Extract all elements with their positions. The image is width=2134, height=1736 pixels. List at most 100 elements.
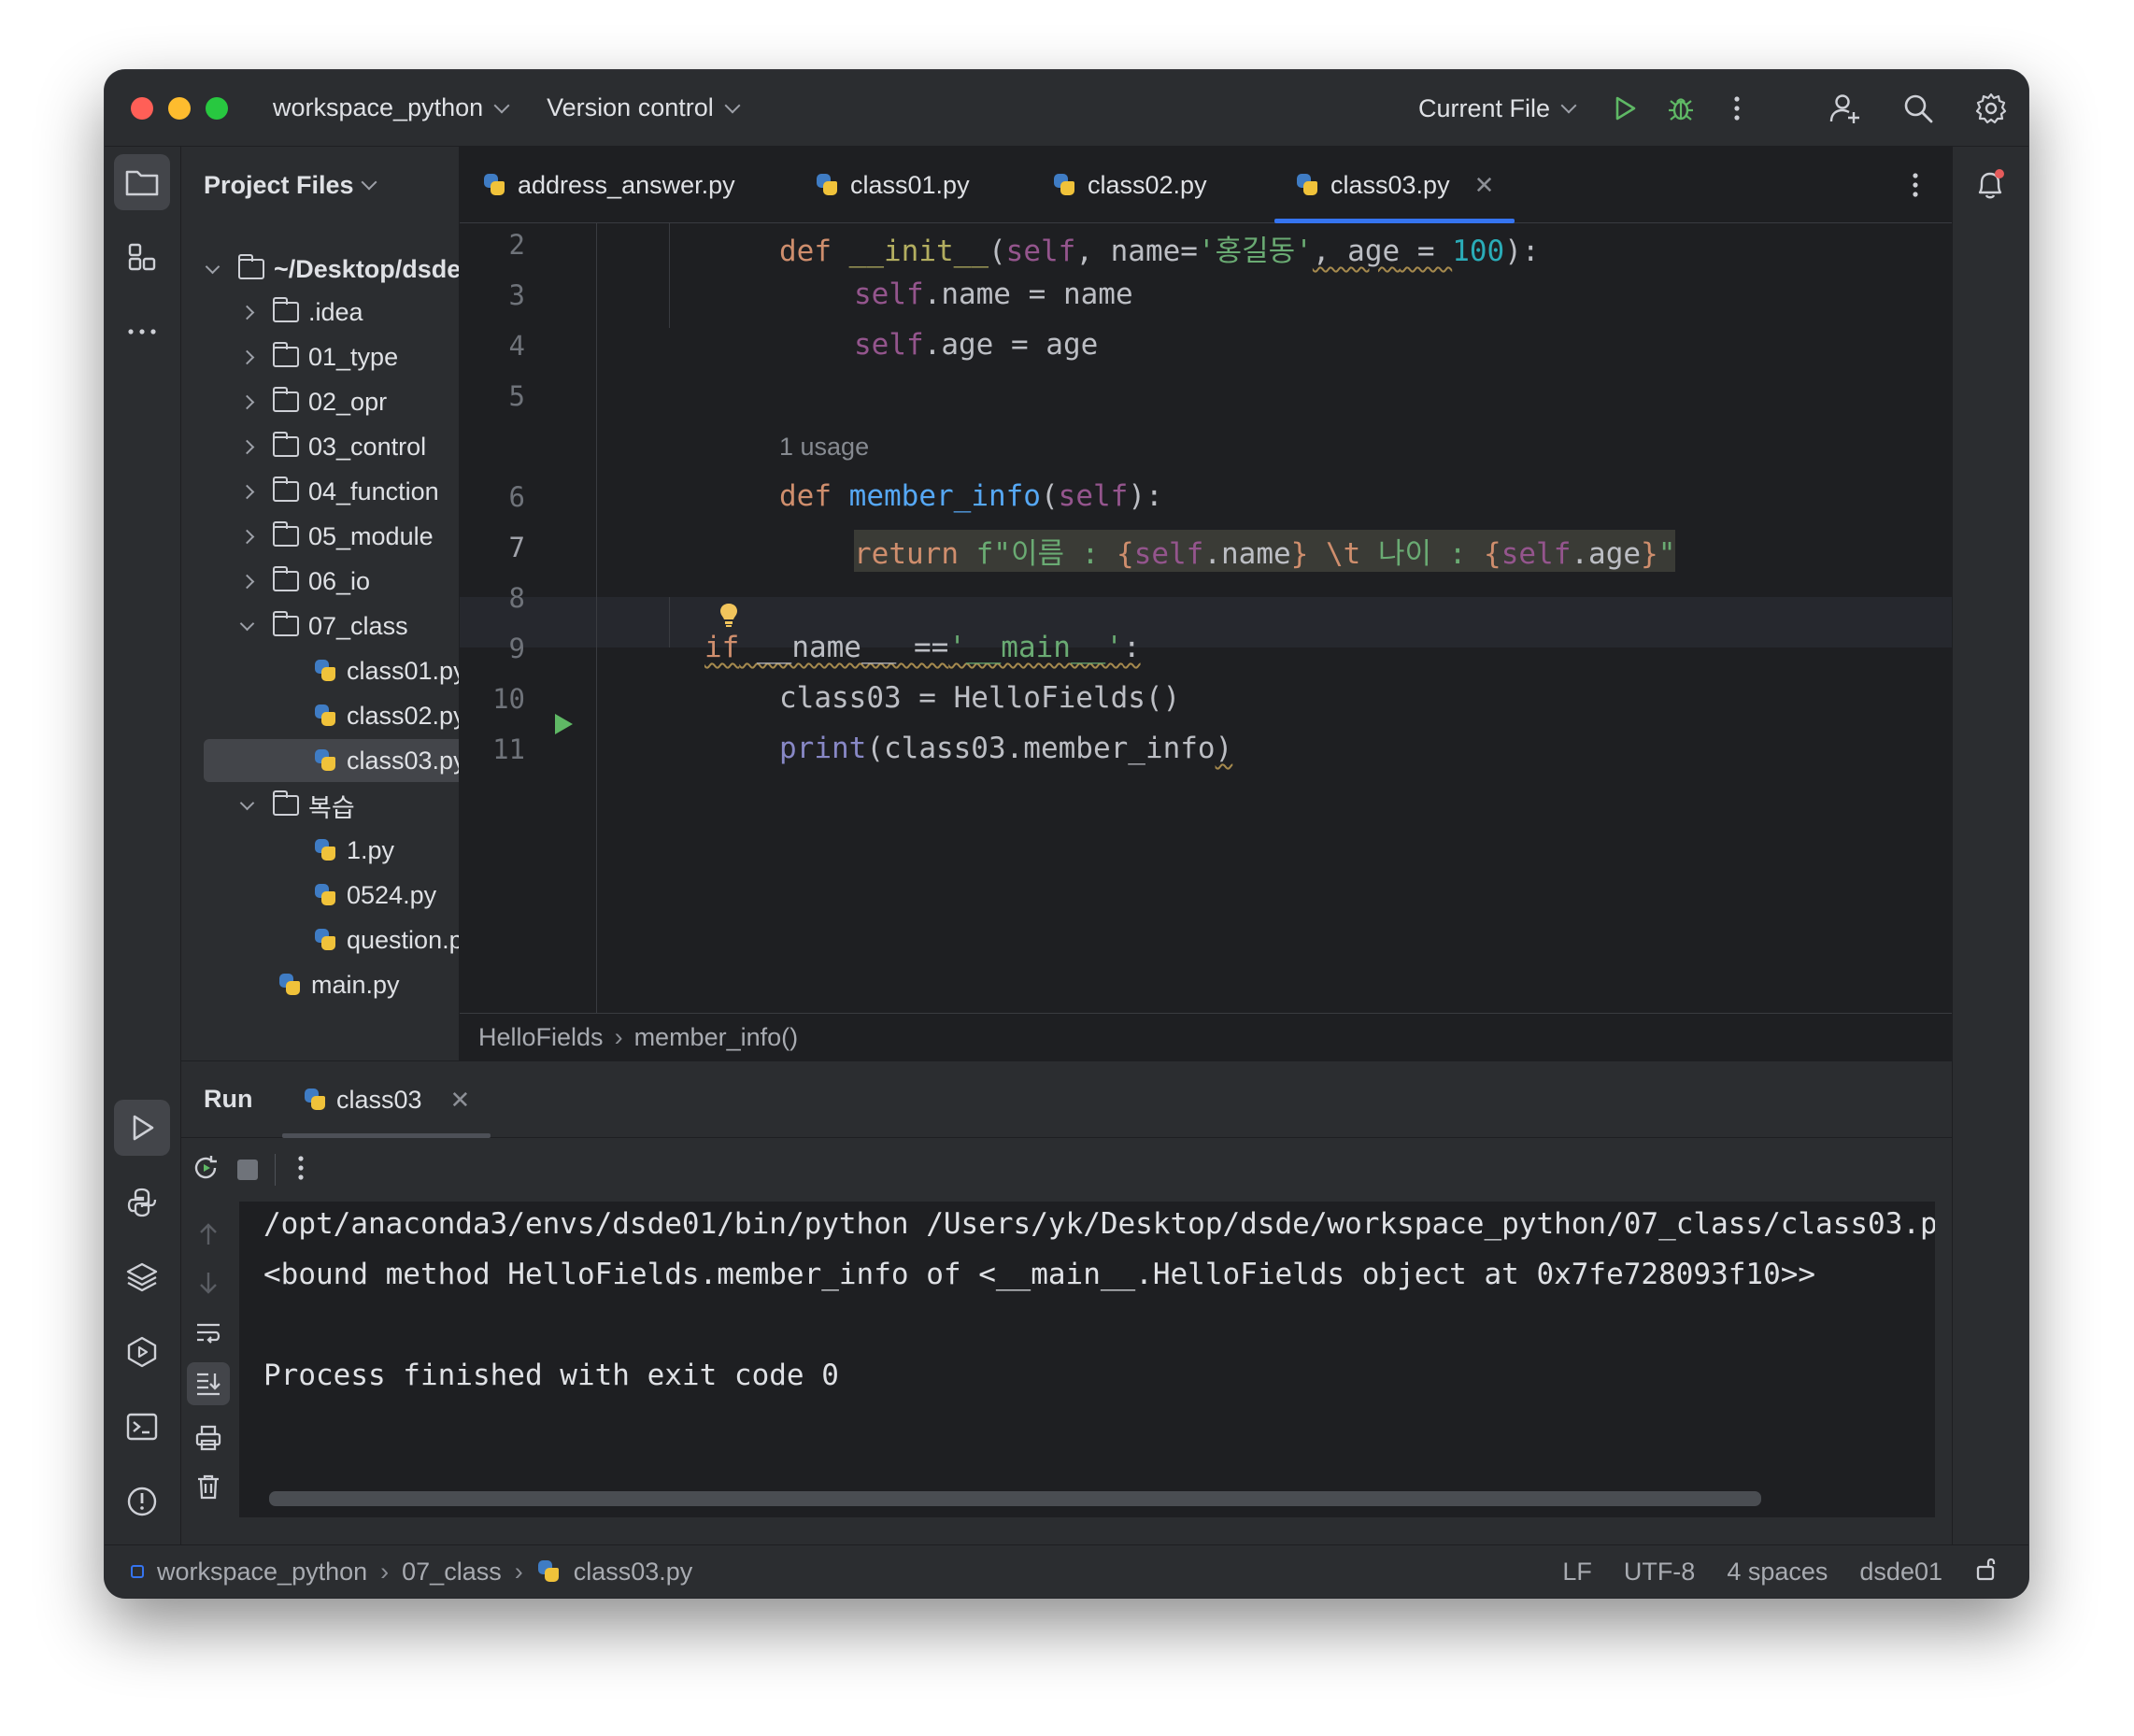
folder-icon	[272, 566, 299, 591]
encoding-widget[interactable]: UTF-8	[1624, 1558, 1696, 1587]
chevron-down-icon	[1560, 97, 1577, 114]
project-panel-header[interactable]: Project Files	[181, 147, 459, 223]
status-path-project[interactable]: workspace_python	[157, 1558, 367, 1587]
python-console-button[interactable]	[114, 1174, 170, 1231]
settings-button[interactable]	[1963, 80, 2019, 136]
collapse-arrow-icon	[239, 574, 255, 589]
code-line-11: print(class03.member_info)	[779, 732, 1233, 765]
tree-item-label: question.py	[347, 925, 459, 954]
tab-class01[interactable]: class01.py	[815, 147, 970, 223]
tree-item-1py[interactable]: 1.py	[313, 829, 394, 872]
run-gutter-icon[interactable]	[551, 711, 576, 737]
notifications-button[interactable]	[1962, 156, 2018, 212]
collapse-arrow-icon	[239, 349, 255, 364]
line-separator-widget[interactable]: LF	[1562, 1558, 1592, 1587]
line-number: 10	[492, 683, 525, 715]
status-path-file[interactable]: class03.py	[574, 1558, 693, 1587]
add-user-button[interactable]	[1817, 80, 1873, 136]
close-tab-icon[interactable]: ✕	[1474, 171, 1495, 200]
status-path-folder[interactable]: 07_class	[402, 1558, 502, 1587]
interpreter-widget[interactable]: dsde01	[1859, 1558, 1942, 1587]
tree-item-05-module[interactable]: 05_module	[239, 515, 434, 558]
tree-item-class03[interactable]: class03.py	[204, 739, 460, 782]
tree-item-label: 03_control	[308, 432, 427, 461]
run-config-selector[interactable]: Current File	[1417, 93, 1577, 123]
more-actions-button[interactable]	[1709, 80, 1765, 136]
tree-root[interactable]: ~/Desktop/dsde	[205, 248, 459, 291]
print-icon[interactable]	[194, 1424, 222, 1452]
line-number: 5	[508, 380, 525, 412]
tab-label: address_answer.py	[518, 170, 735, 199]
close-run-tab-icon[interactable]: ✕	[450, 1086, 471, 1115]
tree-item-03-control[interactable]: 03_control	[239, 425, 427, 468]
tab-options-button[interactable]	[1911, 171, 1920, 204]
tree-item-07-class[interactable]: 07_class	[239, 605, 408, 647]
tree-item-02-opr[interactable]: 02_opr	[239, 380, 387, 423]
run-tool-button[interactable]	[114, 1100, 170, 1156]
trash-icon[interactable]	[194, 1473, 222, 1501]
indent-widget[interactable]: 4 spaces	[1727, 1558, 1828, 1587]
tree-item-0524[interactable]: 0524.py	[313, 874, 436, 917]
debug-button[interactable]	[1653, 80, 1709, 136]
tab-address-answer[interactable]: address_answer.py	[482, 147, 735, 223]
more-tools-button[interactable]	[114, 304, 170, 360]
tree-item-label: class03.py	[347, 746, 460, 775]
tree-item-review[interactable]: 복습	[239, 784, 355, 827]
search-icon	[1904, 94, 1933, 123]
intention-bulb-icon[interactable]	[718, 601, 740, 631]
chevron-right-icon: ›	[380, 1557, 390, 1586]
arrow-up-icon[interactable]	[196, 1220, 221, 1248]
tab-class03[interactable]: class03.py ✕	[1274, 147, 1515, 223]
tree-item-06-io[interactable]: 06_io	[239, 560, 370, 603]
tree-item-01-type[interactable]: 01_type	[239, 335, 398, 378]
breadcrumb-class[interactable]: HelloFields	[478, 1023, 604, 1052]
soft-wrap-icon[interactable]	[194, 1319, 222, 1347]
tree-item-04-function[interactable]: 04_function	[239, 470, 439, 513]
expand-arrow-icon	[239, 616, 255, 631]
run-tab-class03[interactable]: class03 ✕	[282, 1061, 491, 1138]
terminal-button[interactable]	[114, 1399, 170, 1455]
zoom-window-button[interactable]	[206, 96, 228, 120]
run-config-label: Current File	[1417, 93, 1550, 122]
code-editor[interactable]: 5 2 3 4 5 6 7 8 9 10 11 def __init__(sel…	[460, 223, 1952, 1013]
tree-item-main[interactable]: main.py	[277, 963, 400, 1006]
run-button[interactable]	[1597, 80, 1653, 136]
arrow-down-icon[interactable]	[196, 1269, 221, 1297]
usage-hint[interactable]: 1 usage	[779, 433, 869, 462]
status-bar: workspace_python › 07_class › class03.py…	[105, 1544, 2028, 1598]
tree-item-class01[interactable]: class01.py	[313, 649, 460, 692]
tree-item-question[interactable]: question.py	[313, 918, 459, 961]
stop-button[interactable]	[237, 1160, 258, 1180]
console-line: <bound method HelloFields.member_info of…	[263, 1258, 1816, 1291]
console-output[interactable]: /opt/anaconda3/envs/dsde01/bin/python /U…	[239, 1202, 1935, 1517]
run-more-button[interactable]	[296, 1154, 306, 1187]
collapse-arrow-icon	[239, 484, 255, 499]
tree-item-label: class02.py	[347, 701, 460, 730]
line-number: 8	[508, 582, 525, 614]
scroll-to-end-button[interactable]	[187, 1362, 230, 1405]
python-packages-button[interactable]	[114, 1249, 170, 1305]
close-window-button[interactable]	[131, 96, 153, 120]
tree-item-idea[interactable]: .idea	[239, 291, 363, 334]
services-button[interactable]	[114, 1324, 170, 1380]
console-horizontal-scrollbar[interactable]	[269, 1491, 1761, 1506]
project-tool-button[interactable]	[114, 154, 170, 210]
code-line-4: self.age = age	[854, 328, 1099, 362]
play-icon	[1615, 96, 1636, 121]
vcs-selector[interactable]: Version control	[547, 93, 741, 122]
tab-class02[interactable]: class02.py	[1052, 147, 1207, 223]
breadcrumb-method[interactable]: member_info()	[634, 1023, 799, 1052]
tree-item-label: 1.py	[347, 835, 395, 864]
current-line-highlight	[460, 597, 1952, 647]
tab-label: class01.py	[850, 170, 970, 199]
rerun-button[interactable]	[191, 1153, 221, 1188]
minimize-window-button[interactable]	[168, 96, 191, 120]
readonly-toggle[interactable]	[1974, 1556, 2000, 1588]
structure-tool-button[interactable]	[114, 229, 170, 285]
problems-button[interactable]	[114, 1473, 170, 1530]
chevron-right-icon: ›	[614, 1022, 623, 1051]
tree-item-label: class01.py	[347, 656, 460, 685]
project-selector[interactable]: workspace_python	[273, 93, 510, 122]
search-button[interactable]	[1890, 80, 1946, 136]
tree-item-class02[interactable]: class02.py	[313, 694, 460, 737]
